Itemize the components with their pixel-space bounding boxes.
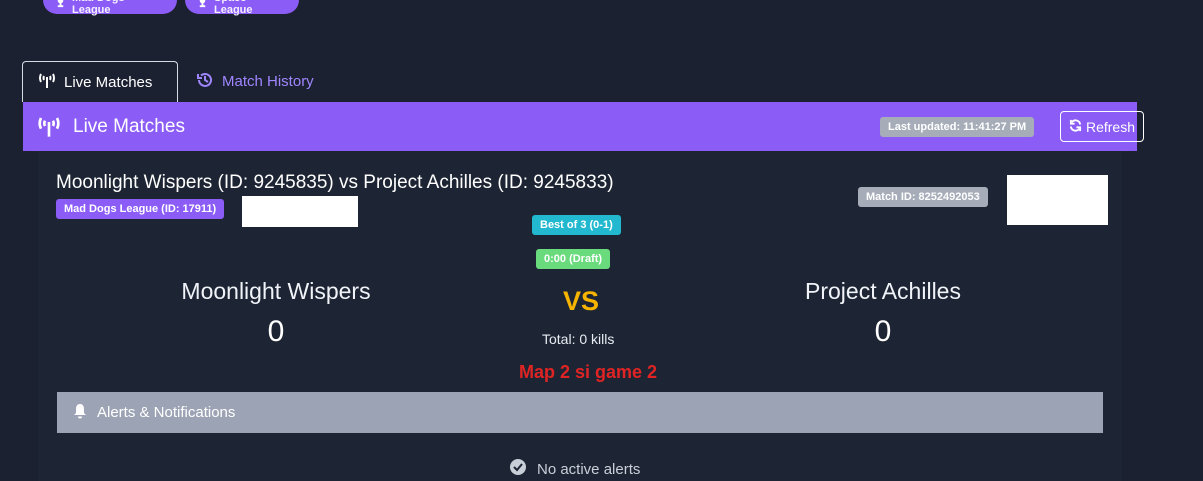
league-pill-label: Mad Dogs League [72, 0, 125, 16]
tab-label: Live Matches [64, 73, 153, 91]
league-pill-space[interactable]: Space League [185, 0, 299, 16]
tab-label: Match History [222, 73, 314, 90]
match-clock-badge: 0:00 (Draft) [536, 249, 611, 269]
last-updated-badge: Last updated: 11:41:27 PM [880, 117, 1035, 137]
match-title: Moonlight Wispers (ID: 9245835) vs Proje… [56, 172, 614, 193]
series-badge: Best of 3 (0-1) [532, 215, 621, 235]
league-pill-label: Space League [214, 0, 253, 16]
team-left-name: Moonlight Wispers [181, 278, 371, 304]
no-alerts-text: No active alerts [537, 460, 641, 478]
refresh-label: Refresh [1085, 118, 1136, 135]
redacted-box [242, 196, 358, 227]
team-right-name: Project Achilles [805, 278, 961, 304]
refresh-button[interactable]: Refresh [1060, 111, 1144, 142]
refresh-icon [1069, 118, 1082, 135]
history-icon [196, 71, 214, 93]
broadcast-tower-icon [37, 115, 61, 142]
broadcast-tower-icon [38, 72, 56, 92]
match-id-badge: Match ID: 8252492053 [858, 187, 988, 207]
team-left-score: 0 [267, 315, 285, 348]
tab-match-history[interactable]: Match History [192, 61, 314, 102]
no-alerts-message: No active alerts [509, 458, 640, 480]
tab-bar: Live Matches Match History [22, 61, 1137, 102]
league-badge: Mad Dogs League (ID: 17911) [56, 199, 225, 219]
redacted-box [1007, 175, 1108, 225]
team-right-score: 0 [874, 315, 892, 348]
header-title: Live Matches [73, 115, 185, 137]
vs-label: VS [563, 286, 600, 316]
check-circle-icon [509, 458, 527, 480]
tab-live-matches[interactable]: Live Matches [22, 61, 178, 102]
match-note: Map 2 si game 2 [519, 362, 658, 382]
alerts-title: Alerts & Notifications [97, 404, 236, 421]
trophy-icon [55, 0, 66, 11]
trophy-icon [197, 0, 208, 11]
bell-icon [73, 403, 87, 423]
league-pill-mad-dogs[interactable]: Mad Dogs League [43, 0, 177, 16]
alerts-header[interactable]: Alerts & Notifications [57, 392, 1103, 433]
total-kills: Total: 0 kills [542, 331, 615, 347]
live-matches-header: Live Matches Last updated: 11:41:27 PM R… [23, 102, 1144, 151]
